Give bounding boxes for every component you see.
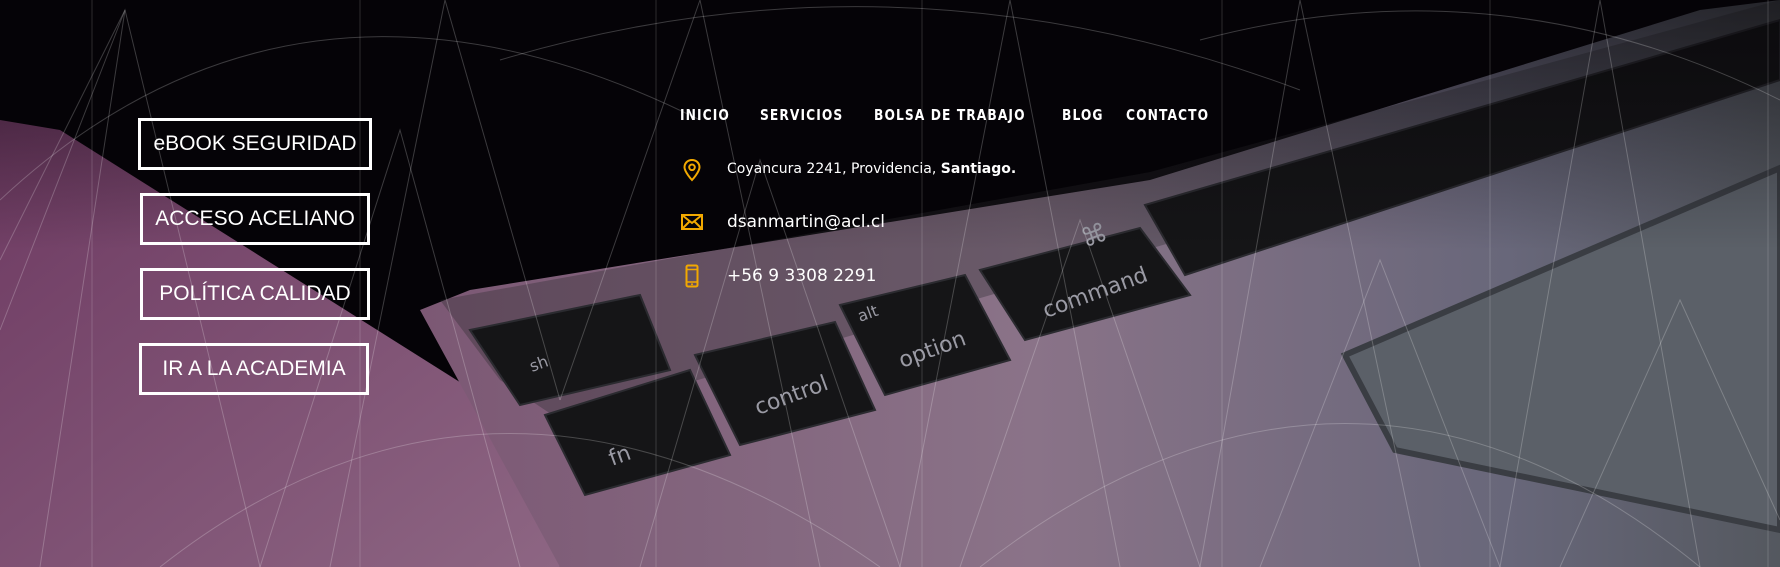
nav-servicios[interactable]: SERVICIOS <box>760 106 843 124</box>
ebook-seguridad-button[interactable]: eBOOK SEGURIDAD <box>138 118 372 170</box>
address-city: Santiago. <box>940 161 1017 177</box>
map-pin-icon <box>683 158 701 182</box>
address-street: Coyancura 2241, Providencia, <box>727 161 941 177</box>
nav-bolsa-de-trabajo[interactable]: BOLSA DE TRABAJO <box>874 106 1026 124</box>
cta-button-column: eBOOK SEGURIDAD ACCESO ACELIANO POLÍTICA… <box>138 118 372 418</box>
mobile-phone-icon <box>685 264 699 288</box>
email-link[interactable]: dsanmartin@acl.cl <box>727 212 885 232</box>
nav-inicio[interactable]: INICIO <box>680 106 730 124</box>
ir-a-la-academia-button[interactable]: IR A LA ACADEMIA <box>139 343 369 395</box>
politica-calidad-button[interactable]: POLÍTICA CALIDAD <box>140 268 370 320</box>
nav-contacto[interactable]: CONTACTO <box>1126 106 1209 124</box>
acceso-aceliano-button[interactable]: ACCESO ACELIANO <box>140 193 370 245</box>
nav-blog[interactable]: BLOG <box>1062 106 1104 124</box>
phone-link[interactable]: +56 9 3308 2291 <box>727 266 876 286</box>
envelope-icon <box>681 214 703 230</box>
address-text: Coyancura 2241, Providencia, Santiago. <box>727 161 1016 177</box>
